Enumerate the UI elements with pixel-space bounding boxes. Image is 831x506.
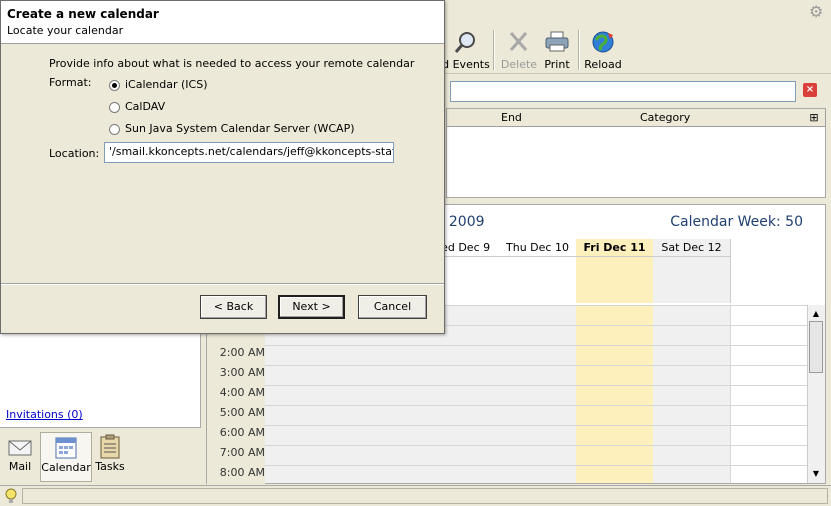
status-text	[22, 488, 828, 504]
mail-mode-button[interactable]: Mail	[4, 432, 36, 480]
format-option-label: Sun Java System Calendar Server (WCAP)	[125, 122, 355, 135]
allday-cell[interactable]	[576, 257, 654, 303]
calendar-week-label: Calendar Week: 50	[670, 214, 803, 230]
dialog-subtitle: Locate your calendar	[7, 24, 124, 37]
calendar-scrollbar[interactable]: ▲ ▼	[807, 305, 825, 483]
day-header[interactable]: Fri Dec 11	[576, 239, 654, 257]
hour-line	[265, 385, 809, 386]
scroll-down-icon[interactable]: ▼	[809, 467, 823, 481]
print-label: Print	[544, 58, 570, 71]
mode-toolbar: Mail Calendar Tasks	[0, 427, 201, 483]
find-events-label: d Events	[442, 58, 490, 71]
format-option-wcap[interactable]: Sun Java System Calendar Server (WCAP)	[109, 121, 355, 137]
day-column[interactable]	[653, 305, 731, 483]
hour-line	[265, 405, 809, 406]
radio-wcap[interactable]	[109, 123, 120, 135]
column-header-blank[interactable]	[447, 109, 502, 127]
cancel-button-label: Cancel	[373, 300, 412, 313]
day-column[interactable]	[499, 305, 577, 483]
invitations-link[interactable]: Invitations (0)	[6, 408, 83, 421]
column-picker-icon[interactable]: ⊞	[803, 109, 826, 127]
magnifier-icon	[454, 32, 475, 53]
toolbar-separator	[493, 30, 495, 70]
scroll-up-icon[interactable]: ▲	[809, 307, 823, 321]
mail-mode-label: Mail	[8, 460, 32, 473]
dialog-header: Create a new calendar Locate your calend…	[1, 1, 444, 44]
format-option-ics[interactable]: iCalendar (ICS)	[109, 77, 208, 93]
time-label: 6:00 AM	[219, 426, 265, 439]
tasks-mode-label: Tasks	[95, 460, 125, 473]
column-header-end[interactable]: End	[496, 109, 641, 127]
dialog-description: Provide info about what is needed to acc…	[49, 57, 415, 70]
day-header[interactable]: Sat Dec 12	[653, 239, 731, 257]
print-button[interactable]: Print	[542, 30, 572, 72]
day-column[interactable]	[576, 305, 654, 483]
day-header[interactable]: Thu Dec 10	[499, 239, 577, 257]
time-label: 4:00 AM	[219, 386, 265, 399]
status-bar	[0, 485, 831, 506]
reload-button[interactable]: Reload	[584, 30, 622, 72]
lightbulb-icon[interactable]	[4, 488, 18, 504]
dialog-separator	[1, 283, 444, 285]
calendar-date-title: , 2009	[440, 214, 485, 230]
time-label: 7:00 AM	[219, 446, 265, 459]
calendar-mode-button[interactable]: Calendar	[40, 432, 92, 482]
delete-button[interactable]: Delete	[500, 30, 538, 72]
column-header-category[interactable]: Category	[635, 109, 809, 127]
scroll-thumb[interactable]	[809, 321, 823, 373]
delete-label: Delete	[500, 58, 538, 71]
find-events-button[interactable]: d Events	[440, 30, 492, 72]
location-label: Location:	[49, 147, 100, 160]
next-button-label: Next >	[292, 300, 331, 313]
calendar-icon	[55, 437, 77, 459]
mail-icon	[8, 440, 32, 456]
cancel-button[interactable]: Cancel	[358, 295, 427, 319]
hour-line	[265, 445, 809, 446]
tasks-mode-button[interactable]: Tasks	[94, 432, 126, 480]
reload-label: Reload	[584, 58, 622, 71]
time-label: 3:00 AM	[219, 366, 265, 379]
format-option-label: iCalendar (ICS)	[125, 78, 208, 91]
gear-icon[interactable]: ⚙	[809, 4, 825, 20]
format-label: Format:	[49, 76, 92, 89]
filter-bar: ×	[446, 78, 831, 104]
back-button-label: < Back	[213, 300, 254, 313]
clear-filter-icon[interactable]: ×	[803, 83, 817, 97]
hour-line	[265, 425, 809, 426]
back-button[interactable]: < Back	[200, 295, 267, 319]
hour-line	[265, 345, 809, 346]
allday-cell[interactable]	[499, 257, 577, 303]
time-label: 5:00 AM	[219, 406, 265, 419]
allday-cell[interactable]	[653, 257, 731, 303]
globe-reload-icon	[592, 31, 614, 53]
hour-line	[265, 465, 809, 466]
location-input[interactable]: '/smail.kkoncepts.net/calendars/jeff@kko…	[104, 142, 394, 163]
event-filter-input[interactable]	[450, 81, 796, 102]
tasks-clipboard-icon	[100, 434, 120, 459]
time-label: 2:00 AM	[219, 346, 265, 359]
printer-icon	[545, 31, 569, 52]
next-button[interactable]: Next >	[278, 295, 345, 319]
format-option-label: CalDAV	[125, 100, 166, 113]
hour-line	[265, 365, 809, 366]
event-list[interactable]: End Category ⊞	[446, 108, 826, 198]
dialog-title: Create a new calendar	[7, 7, 159, 21]
left-panel: Invitations (0)	[0, 334, 201, 427]
format-option-caldav[interactable]: CalDAV	[109, 99, 165, 115]
delete-x-icon	[509, 32, 528, 51]
radio-ics[interactable]	[109, 79, 120, 91]
calendar-mode-label: Calendar	[41, 461, 91, 474]
create-calendar-dialog: Create a new calendar Locate your calend…	[0, 0, 445, 334]
radio-caldav[interactable]	[109, 101, 120, 113]
time-label: 8:00 AM	[219, 466, 265, 479]
toolbar-separator	[578, 30, 580, 70]
